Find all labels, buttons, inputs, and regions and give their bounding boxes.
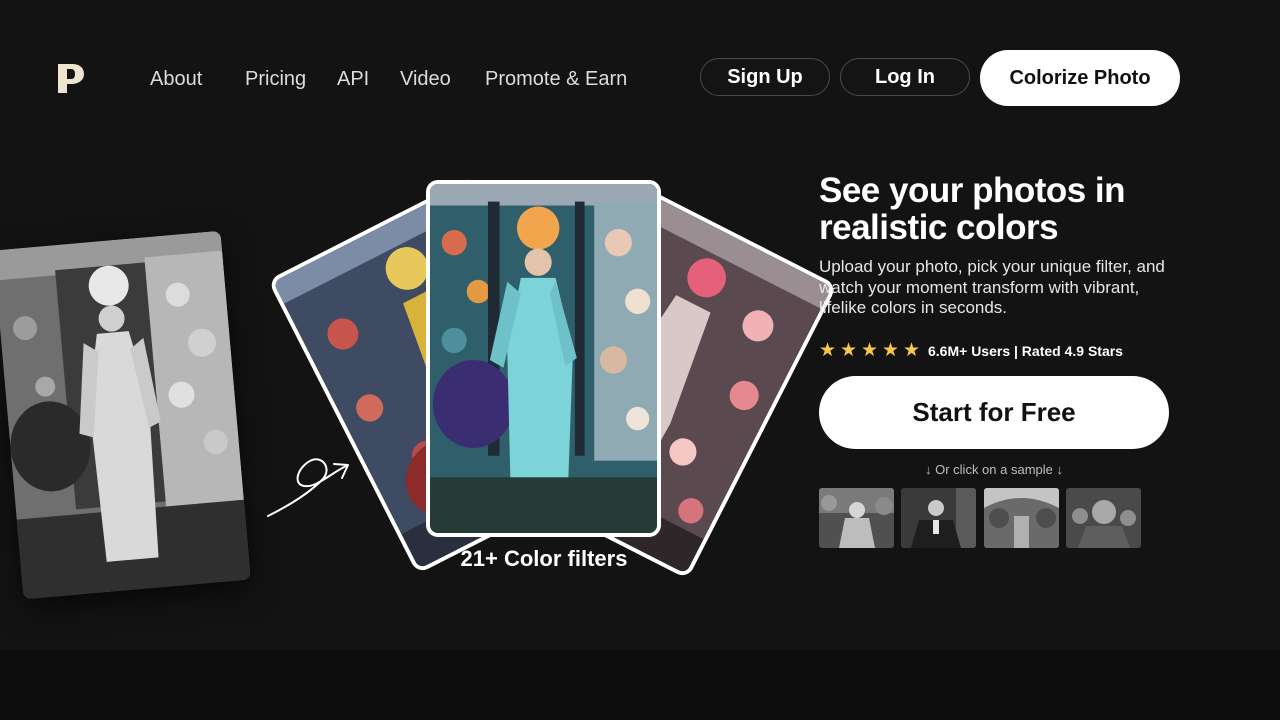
sample-thumbnail-3[interactable]: [984, 488, 1059, 548]
start-for-free-button[interactable]: Start for Free: [819, 376, 1169, 449]
star-icon: ★: [861, 340, 879, 361]
nav-video[interactable]: Video: [400, 68, 451, 91]
sample-hint: ↓ Or click on a sample ↓: [925, 462, 1063, 477]
footer-band: [0, 650, 1280, 720]
color-filters-label: 21+ Color filters: [460, 546, 628, 571]
nav-about[interactable]: About: [150, 68, 202, 91]
rating-text: 6.6M+ Users | Rated 4.9 Stars: [928, 343, 1123, 359]
arrow-doodle-icon: [267, 458, 349, 517]
logo[interactable]: [54, 60, 86, 98]
rating-row: ★ ★ ★ ★ ★ 6.6M+ Users | Rated 4.9 Stars: [819, 340, 1123, 362]
original-bw-photo: [0, 230, 251, 600]
sample-thumbnail-2[interactable]: [901, 488, 976, 548]
colorize-photo-button[interactable]: Colorize Photo: [980, 50, 1180, 106]
sign-up-button[interactable]: Sign Up: [700, 58, 830, 96]
hero-title: See your photos in realistic colors: [819, 171, 1126, 247]
sample-thumbnail-4[interactable]: [1066, 488, 1141, 548]
star-icon: ★: [840, 340, 858, 361]
nav-api[interactable]: API: [337, 68, 369, 91]
hero-subtitle: Upload your photo, pick your unique filt…: [819, 257, 1165, 317]
color-filter-card-center[interactable]: [426, 180, 661, 537]
nav-pricing[interactable]: Pricing: [245, 68, 306, 91]
nav-promote-earn[interactable]: Promote & Earn: [485, 68, 627, 91]
log-in-button[interactable]: Log In: [840, 58, 970, 96]
star-icon: ★: [819, 340, 837, 361]
star-icon: ★: [882, 340, 900, 361]
logo-icon: [58, 64, 84, 93]
star-icon: ★: [903, 340, 921, 361]
sample-thumbnail-1[interactable]: [819, 488, 894, 548]
